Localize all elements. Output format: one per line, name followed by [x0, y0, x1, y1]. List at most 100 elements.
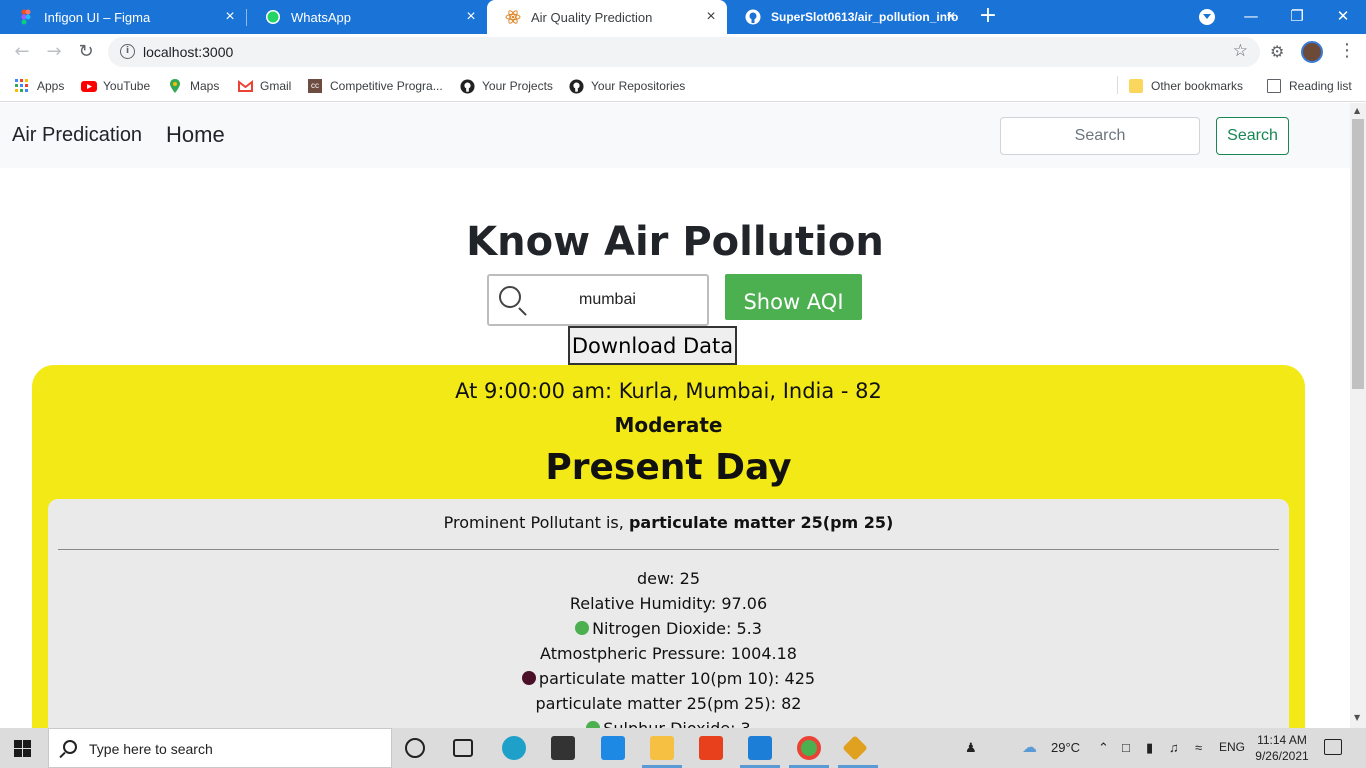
maps-pin-icon — [168, 79, 182, 93]
nav-home-link[interactable]: Home — [166, 122, 225, 148]
task-view-icon[interactable] — [453, 739, 473, 757]
tab-figma[interactable]: Infigon UI – Figma × — [0, 0, 246, 34]
taskbar-search-text: Type here to search — [89, 741, 213, 757]
sourcetree-icon[interactable] — [842, 735, 868, 761]
tab-whatsapp[interactable]: WhatsApp × — [247, 0, 487, 34]
prominent-value: particulate matter 25(pm 25) — [628, 513, 894, 532]
file-explorer-icon[interactable] — [650, 736, 674, 760]
metric-row: particulate matter 10(pm 10): 425 — [48, 669, 1289, 688]
clock-time: 11:14 AM — [1257, 733, 1307, 747]
minimize-icon[interactable]: — — [1228, 0, 1274, 34]
bookmarks-bar: Apps YouTube Maps Gmail cc Competitive P… — [0, 70, 1366, 102]
windows-taskbar: Type here to search ♟ ☁ 29°C ⌃ □ ▮ ♫ ≈ E… — [0, 728, 1366, 768]
city-search-input[interactable]: mumbai — [487, 274, 709, 326]
weather-temperature[interactable]: 29°C — [1051, 740, 1080, 755]
language-indicator[interactable]: ENG — [1219, 740, 1245, 754]
bookmark-youtube[interactable]: YouTube — [81, 77, 150, 95]
bookmark-star-icon[interactable]: ☆ — [1233, 41, 1248, 61]
notification-center-icon[interactable] — [1324, 739, 1342, 755]
battery-icon[interactable]: ▮ — [1146, 740, 1153, 756]
tab-github[interactable]: SuperSlot0613/air_pollution_info × — [727, 0, 967, 34]
tray-overflow-icon[interactable]: ⌃ — [1098, 740, 1109, 756]
vscode-icon[interactable] — [748, 736, 772, 760]
back-icon[interactable]: ← — [10, 40, 34, 64]
close-tab-icon[interactable]: × — [943, 9, 959, 25]
bookmark-repositories[interactable]: Your Repositories — [569, 77, 685, 95]
navbar-brand[interactable]: Air Predication — [12, 124, 142, 147]
search-icon — [499, 286, 521, 308]
download-data-button[interactable]: Download Data — [568, 326, 737, 365]
new-tab-button[interactable]: + — [976, 5, 1000, 29]
scroll-down-icon[interactable]: ▼ — [1354, 713, 1360, 722]
bookmark-label: Gmail — [260, 79, 292, 93]
url-text: localhost:3000 — [143, 44, 234, 60]
scroll-thumb[interactable] — [1352, 119, 1364, 389]
page-scrollbar[interactable]: ▲ ▼ — [1350, 103, 1366, 728]
tab-air-quality[interactable]: Air Quality Prediction × — [487, 0, 727, 34]
bookmark-apps[interactable]: Apps — [15, 77, 64, 95]
tab-title: Air Quality Prediction — [531, 9, 653, 25]
bookmark-gmail[interactable]: Gmail — [238, 77, 291, 95]
scroll-up-icon[interactable]: ▲ — [1354, 106, 1360, 115]
extensions-icon[interactable]: ⚙ — [1270, 42, 1284, 61]
close-tab-icon[interactable]: × — [463, 9, 479, 25]
other-bookmarks[interactable]: Other bookmarks — [1129, 77, 1243, 95]
bookmark-competitive[interactable]: cc Competitive Progra... — [308, 77, 443, 95]
bookmark-projects[interactable]: Your Projects — [460, 77, 553, 95]
site-info-icon[interactable]: i — [120, 44, 135, 59]
edge-icon[interactable] — [502, 736, 526, 760]
tab-search-icon[interactable] — [1199, 9, 1215, 25]
office-icon[interactable] — [699, 736, 723, 760]
metric-row: Sulphur Dioxide: 3 — [48, 719, 1289, 728]
people-icon[interactable]: ♟ — [965, 740, 977, 756]
browser-tab-strip: Infigon UI – Figma × WhatsApp × Air Qual… — [0, 0, 1366, 34]
close-tab-icon[interactable]: × — [703, 9, 719, 25]
reading-list-icon — [1267, 79, 1281, 93]
menu-kebab-icon[interactable]: ⋮ — [1338, 40, 1356, 61]
meet-icon[interactable]: □ — [1122, 740, 1130, 755]
pollutant-details-panel: Prominent Pollutant is, particulate matt… — [48, 499, 1289, 728]
other-bookmarks-label: Other bookmarks — [1151, 79, 1244, 93]
navbar-search-button[interactable]: Search — [1216, 117, 1289, 155]
navbar-search-input[interactable]: Search — [1000, 117, 1200, 155]
profile-avatar[interactable] — [1301, 41, 1323, 63]
github-icon — [745, 9, 761, 25]
chrome-icon[interactable] — [797, 736, 821, 760]
reading-list[interactable]: Reading list — [1267, 77, 1352, 95]
aqi-station-line: At 9:00:00 am: Kurla, Mumbai, India - 82 — [455, 379, 882, 403]
weather-icon[interactable]: ☁ — [1022, 738, 1037, 756]
metric-label: particulate matter 25(pm 25): 82 — [535, 694, 802, 713]
bookmark-maps[interactable]: Maps — [168, 77, 219, 95]
restore-icon[interactable]: ❐ — [1274, 0, 1320, 34]
figma-icon — [18, 9, 34, 25]
metric-row: dew: 25 — [48, 569, 1289, 588]
page-viewport: Air Predication Home Search Search Know … — [0, 103, 1350, 728]
taskbar-clock[interactable]: 11:14 AM 9/26/2021 — [1254, 732, 1310, 764]
cortana-icon[interactable] — [405, 738, 425, 758]
metric-label: Nitrogen Dioxide: 5.3 — [592, 619, 762, 638]
forward-icon[interactable]: → — [42, 40, 66, 64]
metric-row: particulate matter 25(pm 25): 82 — [48, 694, 1289, 713]
youtube-icon — [81, 79, 97, 93]
bookmark-label: Your Projects — [482, 79, 553, 93]
store-icon[interactable] — [551, 736, 575, 760]
gmail-icon — [238, 79, 253, 93]
bookmark-label: Competitive Progra... — [330, 79, 443, 93]
taskbar-search-box[interactable]: Type here to search — [48, 728, 392, 768]
show-aqi-button[interactable]: Show AQI — [725, 274, 862, 320]
address-bar[interactable]: i localhost:3000 ☆ — [108, 37, 1260, 67]
mail-icon[interactable] — [601, 736, 625, 760]
close-tab-icon[interactable]: × — [222, 9, 238, 25]
tab-title: SuperSlot0613/air_pollution_info — [771, 10, 959, 24]
volume-icon[interactable]: ♫ — [1169, 740, 1179, 755]
wifi-icon[interactable]: ≈ — [1195, 740, 1202, 755]
bookmark-label: Apps — [37, 79, 65, 93]
divider — [58, 549, 1279, 550]
bookmark-label: YouTube — [103, 79, 151, 93]
bookmark-label: Your Repositories — [591, 79, 686, 93]
close-window-icon[interactable]: ✕ — [1320, 0, 1366, 34]
status-dot-icon — [586, 721, 601, 728]
windows-start-icon[interactable] — [14, 740, 32, 758]
prominent-pollutant: Prominent Pollutant is, particulate matt… — [48, 513, 1289, 532]
reload-icon[interactable]: ↻ — [74, 40, 98, 64]
